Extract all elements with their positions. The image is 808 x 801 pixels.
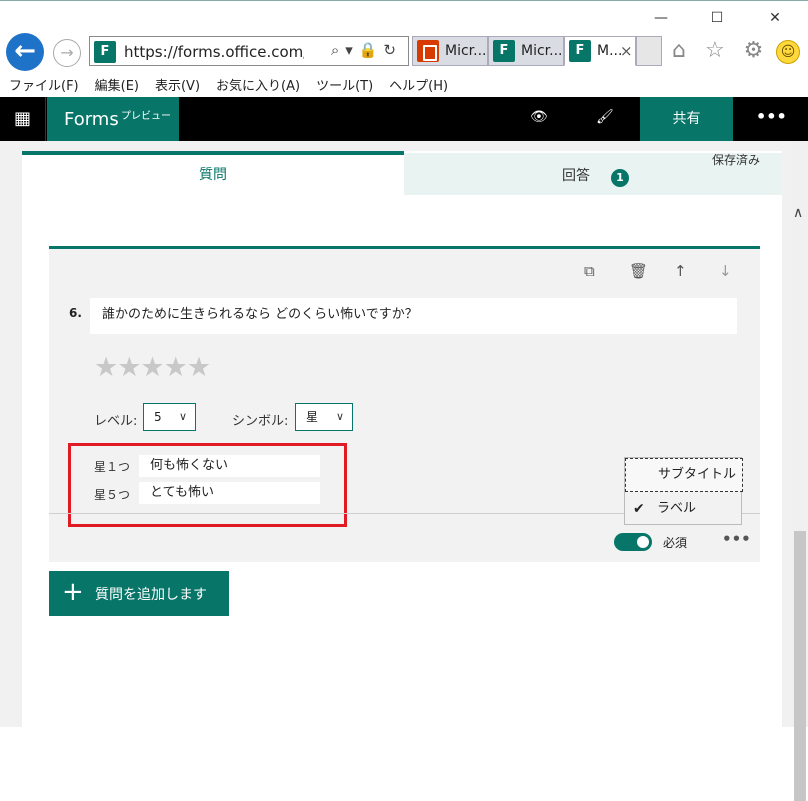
back-button[interactable]: ← bbox=[6, 33, 44, 71]
minimize-button[interactable]: — bbox=[646, 7, 676, 29]
tab-close-icon[interactable]: × bbox=[620, 37, 633, 65]
chevron-down-icon: ∨ bbox=[335, 410, 344, 423]
responses-count-badge: 1 bbox=[611, 169, 629, 187]
browser-icons[interactable]: ⌂ ☆ ⚙ bbox=[672, 38, 769, 63]
plus-icon: + bbox=[62, 577, 84, 607]
menu-item-label[interactable]: ラベル bbox=[625, 492, 743, 526]
menu-item-subtitle[interactable]: サブタイトル bbox=[625, 458, 743, 492]
symbol-select[interactable]: 星 ∨ bbox=[295, 403, 353, 431]
office-icon bbox=[417, 40, 439, 62]
move-up-icon[interactable]: ↑ bbox=[674, 262, 687, 280]
copy-icon[interactable]: ⧉ bbox=[584, 262, 595, 280]
window-titlebar: — ☐ ✕ bbox=[0, 0, 808, 34]
forms-brand[interactable]: Forms プレビュー bbox=[47, 97, 179, 141]
address-bar[interactable]: F https://forms.office.com/Pa ⌕▾🔒↻ bbox=[89, 36, 409, 66]
question-text-input[interactable]: 誰かのために生きられるなら どのくらい怖いですか？ bbox=[90, 298, 737, 334]
preview-label: プレビュー bbox=[121, 111, 171, 122]
forward-button[interactable]: → bbox=[53, 39, 81, 67]
app-launcher-icon[interactable]: ▦ bbox=[0, 97, 46, 141]
move-down-icon[interactable]: ↓ bbox=[719, 262, 732, 280]
forms-app-bar: ▦ Forms プレビュー 👁 🖌 共有 ••• bbox=[0, 97, 808, 141]
level-select[interactable]: 5 ∨ bbox=[143, 403, 196, 431]
more-options-button[interactable]: ••• bbox=[756, 97, 787, 141]
menu-view[interactable]: 表示(V) bbox=[146, 72, 207, 94]
menu-bar: ファイル(F) 編集(E) 表示(V) お気に入り(A) ツール(T) ヘルプ(H) bbox=[0, 72, 808, 96]
question-number: 6. bbox=[69, 306, 82, 320]
rating-stars-preview: ★★★★★ bbox=[94, 352, 211, 383]
level-value: 5 bbox=[154, 410, 162, 424]
saved-status: 保存済み bbox=[712, 153, 761, 167]
menu-edit[interactable]: 編集(E) bbox=[86, 72, 146, 94]
question-more-icon[interactable]: ••• bbox=[722, 530, 751, 548]
symbol-label: シンボル: bbox=[232, 414, 289, 429]
tab-responses-label: 回答 bbox=[562, 168, 590, 184]
browser-tab-active[interactable]: F M... × bbox=[564, 36, 636, 66]
menu-file[interactable]: ファイル(F) bbox=[0, 72, 86, 94]
maximize-button[interactable]: ☐ bbox=[702, 7, 732, 29]
required-label: 必須 bbox=[663, 536, 688, 550]
browser-toolbar: ← → F https://forms.office.com/Pa ⌕▾🔒↻ M… bbox=[0, 30, 808, 72]
tab-questions[interactable]: 質問 bbox=[22, 151, 404, 195]
page-scrollbar[interactable]: ∧ bbox=[792, 141, 808, 801]
add-question-button[interactable]: + 質問を追加します bbox=[49, 571, 229, 616]
forms-icon: F bbox=[569, 40, 591, 62]
chevron-down-icon: ∨ bbox=[178, 410, 187, 423]
level-label: レベル: bbox=[94, 414, 138, 429]
url-text[interactable]: https://forms.office.com/Pa bbox=[124, 43, 304, 61]
new-tab-button[interactable] bbox=[636, 36, 662, 66]
add-question-label: 質問を追加します bbox=[95, 587, 207, 603]
symbol-value: 星 bbox=[306, 410, 319, 424]
share-button[interactable]: 共有 bbox=[640, 97, 733, 141]
browser-tab[interactable]: Micr... bbox=[412, 36, 488, 66]
highlight-box bbox=[68, 443, 347, 527]
forms-icon: F bbox=[493, 40, 515, 62]
theme-brush-icon[interactable]: 🖌 bbox=[596, 109, 614, 125]
required-toggle[interactable] bbox=[614, 533, 652, 551]
tab-title: M... bbox=[597, 43, 623, 59]
menu-help[interactable]: ヘルプ(H) bbox=[380, 72, 455, 94]
app-name: Forms bbox=[64, 109, 119, 130]
forms-icon: F bbox=[94, 41, 116, 63]
tab-title: Micr... bbox=[445, 43, 487, 59]
preview-eye-icon[interactable]: 👁 bbox=[530, 109, 548, 125]
options-context-menu: サブタイトル ✔ ラベル bbox=[624, 457, 743, 526]
delete-icon[interactable]: 🗑 bbox=[629, 262, 648, 280]
feedback-smiley-icon[interactable]: ☺ bbox=[776, 40, 800, 64]
scroll-up-icon[interactable]: ∧ bbox=[793, 205, 803, 221]
browser-tab[interactable]: F Micr... bbox=[488, 36, 564, 66]
tab-title: Micr... bbox=[521, 43, 563, 59]
menu-favorites[interactable]: お気に入り(A) bbox=[207, 72, 307, 94]
close-button[interactable]: ✕ bbox=[760, 7, 790, 29]
menu-tools[interactable]: ツール(T) bbox=[307, 72, 380, 94]
scrollbar-thumb[interactable] bbox=[794, 531, 806, 801]
address-bar-icons[interactable]: ⌕▾🔒↻ bbox=[331, 41, 402, 59]
